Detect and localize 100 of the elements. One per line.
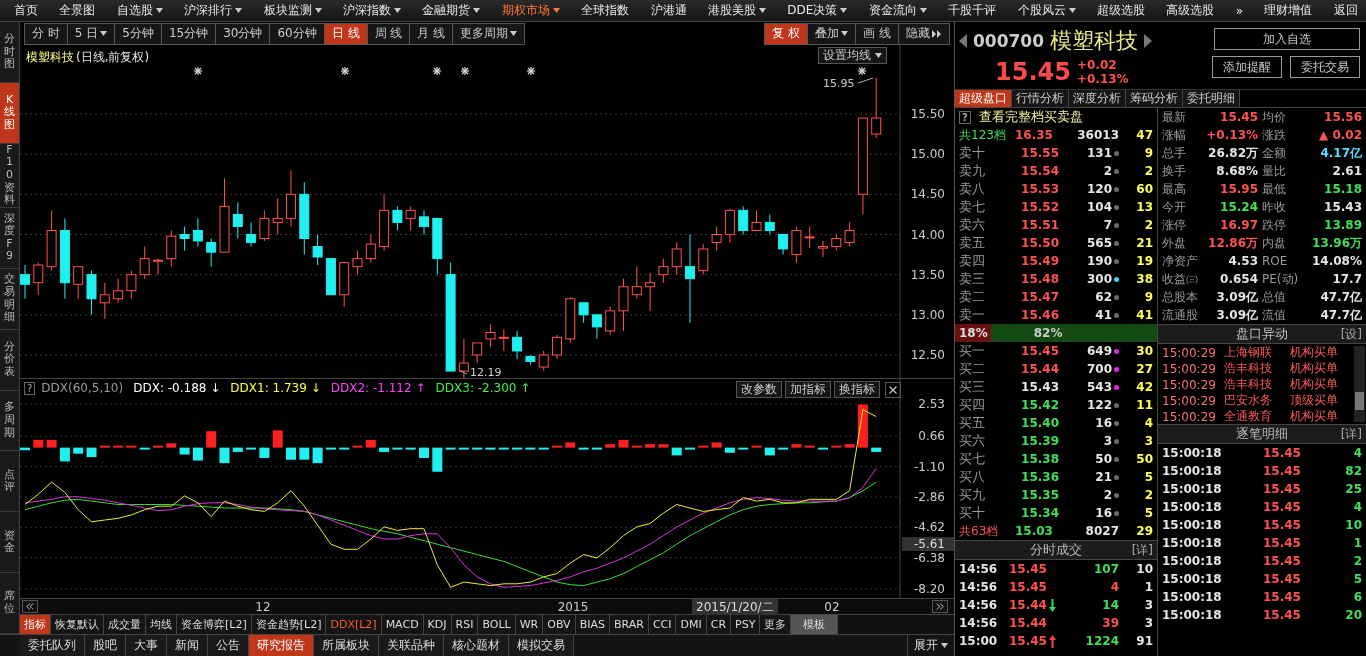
ma-settings-button[interactable]: 设置均线	[818, 47, 887, 65]
bottom-tab[interactable]: 研究报告	[249, 635, 314, 656]
stat-value: 15.24	[1219, 200, 1259, 214]
quote-tab[interactable]: 筹码分析	[1126, 90, 1183, 107]
side-tab[interactable]: F10资料	[0, 143, 19, 208]
stock-link[interactable]: 巴安水务	[1224, 392, 1290, 409]
tool-button[interactable]: 复 权	[765, 23, 809, 44]
menu-item[interactable]: 沪港通	[650, 2, 687, 19]
scroll-right-icon[interactable]	[932, 600, 948, 614]
menu-item[interactable]: 返回	[1333, 2, 1358, 19]
settings-link[interactable]: [设]	[1340, 325, 1362, 343]
next-arrow-icon[interactable]	[1144, 34, 1152, 48]
period-tab[interactable]: 5分钟	[115, 23, 162, 44]
period-tab[interactable]: 月 线	[410, 23, 454, 44]
period-tab[interactable]: 周 线	[367, 23, 411, 44]
period-tab[interactable]: 5 日	[67, 23, 116, 44]
indicator-tab[interactable]: DDX[L2]	[326, 614, 382, 634]
bottom-tab[interactable]: 大事	[126, 635, 167, 656]
quote-tab[interactable]: 行情分析	[1012, 90, 1069, 107]
candlestick	[485, 324, 496, 348]
watchlist-button[interactable]: 加入自选	[1214, 28, 1360, 50]
candlestick	[365, 234, 376, 264]
menu-item[interactable]: 沪深指数	[342, 2, 401, 19]
period-tab[interactable]: 日 线	[324, 23, 368, 44]
bottom-tab[interactable]: 委托队列	[20, 635, 85, 656]
price-cell-text: 15.45	[1262, 536, 1302, 550]
details-link[interactable]: [详]	[1340, 425, 1362, 443]
period-tab[interactable]: 30分钟	[216, 23, 271, 44]
axis-label: 0.66	[918, 429, 945, 444]
candlestick	[525, 354, 536, 366]
menu-item[interactable]: 个股风云	[1017, 2, 1076, 19]
period-tab[interactable]: 60分钟	[270, 23, 325, 44]
stock-link[interactable]: 浩丰科技	[1224, 376, 1290, 393]
menu-item[interactable]: 板块监测	[263, 2, 322, 19]
bottom-tab[interactable]: 关联品种	[379, 635, 444, 656]
volume-cell-text: 39	[1101, 616, 1119, 630]
trade-button[interactable]: 委托交易	[1290, 56, 1360, 78]
period-tab[interactable]: 15分钟	[161, 23, 217, 44]
period-tab[interactable]: 更多周期	[453, 23, 525, 44]
tool-button[interactable]: 隐藏	[899, 23, 949, 44]
quote-tab[interactable]: 超级盘口	[955, 90, 1012, 107]
bottom-tab[interactable]: 公告	[208, 635, 249, 656]
time-cell-text: 15:00:18	[1162, 446, 1223, 460]
help-button[interactable]: ?	[24, 381, 36, 395]
indicator-tab[interactable]: OBV	[543, 614, 576, 634]
menu-item[interactable]: 全景图	[59, 2, 96, 19]
candlestick	[764, 214, 775, 236]
ddx-bar	[272, 430, 283, 448]
menu-item[interactable]: 理财增值	[1264, 2, 1313, 19]
indicator-tab[interactable]: DMI	[676, 614, 707, 634]
details-link[interactable]: [详]	[1131, 541, 1153, 559]
indicator-tab[interactable]: 成交量	[104, 614, 146, 634]
quote-tab[interactable]: 委托明细	[1183, 90, 1240, 107]
tool-button[interactable]: 画 线	[856, 23, 899, 44]
ddx-bar	[286, 447, 296, 460]
menu-item[interactable]: 资金流向	[868, 2, 927, 19]
bottom-tab[interactable]: 核心题材	[444, 635, 509, 656]
menu-item[interactable]: 千股千评	[948, 2, 997, 19]
previous-arrow-icon[interactable]	[959, 34, 967, 48]
full-book-link[interactable]: 查看完整档买卖盘	[979, 108, 1153, 126]
axis-label: -4.62	[913, 520, 945, 535]
bottom-tab[interactable]: 新闻	[167, 635, 208, 656]
help-button[interactable]: ?	[959, 110, 971, 124]
stock-link[interactable]: 全通教育	[1224, 408, 1290, 425]
indicator-button[interactable]: 换指标	[834, 381, 880, 399]
candlestick	[618, 278, 629, 332]
bottom-tab[interactable]: 模拟交易	[509, 635, 574, 656]
quote-tab[interactable]: 深度分析	[1069, 90, 1126, 107]
bottom-tab[interactable]: 所属板块	[314, 635, 379, 656]
period-tab[interactable]: 分 时	[25, 23, 68, 44]
indicator-button[interactable]: 加指标	[785, 381, 831, 399]
menu-item[interactable]: 期权市场	[501, 2, 560, 19]
indicator-button[interactable]: 改参数	[736, 381, 782, 399]
menu-item[interactable]: DDE决策	[787, 2, 848, 19]
stock-link[interactable]: 上海钢联	[1224, 344, 1290, 361]
menu-item[interactable]: »	[1235, 3, 1244, 18]
menu-item[interactable]: 超级选股	[1096, 2, 1145, 19]
menu-item[interactable]: 高级选股	[1166, 2, 1215, 19]
indicator-tab[interactable]: 资金博弈[L2]	[177, 614, 252, 634]
scrollbar-thumb[interactable]	[1355, 392, 1364, 410]
bottom-tab[interactable]: 股吧	[85, 635, 126, 656]
menu-item[interactable]: 金融期货	[422, 2, 481, 19]
side-tab[interactable]: K线图	[0, 82, 19, 144]
stat-label: 换手	[1162, 162, 1187, 180]
tool-button[interactable]: 叠加	[808, 23, 857, 44]
menu-item[interactable]: 全球指数	[581, 2, 630, 19]
menu-item[interactable]: 港股美股	[707, 2, 766, 19]
down-arrow-icon	[1048, 598, 1056, 612]
caret-icon	[919, 8, 927, 13]
menu-item[interactable]: 自选股	[116, 2, 163, 19]
stock-link[interactable]: 浩丰科技	[1224, 360, 1290, 377]
ddx-bar	[552, 445, 562, 448]
close-icon[interactable]	[885, 381, 901, 398]
event-cell-text: 顶级买单	[1290, 392, 1339, 409]
menu-item[interactable]: 首页	[14, 2, 38, 19]
menu-item[interactable]: 沪深排行	[184, 2, 243, 19]
expand-button[interactable]: 展开	[907, 635, 954, 656]
candlestick	[631, 266, 642, 300]
alert-button[interactable]: 添加提醒	[1212, 56, 1282, 78]
scroll-left-icon[interactable]	[22, 600, 38, 614]
